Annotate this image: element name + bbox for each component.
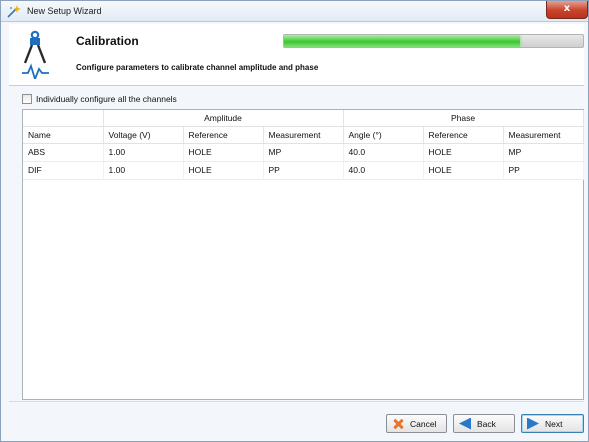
cell-amplitude-measurement[interactable]: PP [263,161,344,180]
table-group-header: Amplitude Phase [23,110,584,127]
cancel-button[interactable]: Cancel [386,414,447,433]
page-description: Configure parameters to calibrate channe… [76,63,319,72]
wizard-progress-bar [283,34,584,48]
cell-amplitude-reference[interactable]: HOLE [183,143,264,162]
wizard-window: New Setup Wizard x Calibration Configure… [0,0,589,442]
cell-phase-reference[interactable]: HOLE [423,161,504,180]
column-header-amplitude-measurement[interactable]: Measurement [263,126,344,144]
back-button[interactable]: Back [453,414,515,433]
calibration-compass-icon [22,30,49,79]
group-header-phase: Phase [343,110,584,127]
cell-phase-measurement[interactable]: MP [503,143,584,162]
table-column-header: Name Voltage (V) Reference Measurement A… [23,126,584,144]
table-row[interactable]: DIF 1.00 HOLE PP 40.0 HOLE PP [23,161,584,180]
progress-fill [284,35,521,47]
cancel-button-label: Cancel [410,418,437,429]
column-header-phase-measurement[interactable]: Measurement [503,126,584,144]
column-header-amplitude-reference[interactable]: Reference [183,126,264,144]
wizard-header: Calibration Configure parameters to cali… [9,24,584,86]
cell-angle[interactable]: 40.0 [343,161,424,180]
cell-name[interactable]: DIF [23,161,104,180]
group-header-amplitude: Amplitude [103,110,344,127]
cell-phase-measurement[interactable]: PP [503,161,584,180]
window-title: New Setup Wizard [27,6,102,16]
wizard-footer: Cancel Back Next [9,401,584,437]
cell-voltage[interactable]: 1.00 [103,143,184,162]
close-button[interactable]: x [546,1,588,19]
cell-name[interactable]: ABS [23,143,104,162]
wizard-sparkle-icon [7,5,21,18]
column-header-name[interactable]: Name [23,126,104,144]
column-header-phase-reference[interactable]: Reference [423,126,504,144]
next-arrow-icon [527,417,539,430]
cell-phase-reference[interactable]: HOLE [423,143,504,162]
column-header-voltage[interactable]: Voltage (V) [103,126,184,144]
individual-config-label: Individually configure all the channels [36,94,177,104]
back-button-label: Back [477,418,496,429]
cell-angle[interactable]: 40.0 [343,143,424,162]
page-title: Calibration [76,34,139,48]
back-arrow-icon [459,417,471,430]
column-header-angle[interactable]: Angle (°) [343,126,424,144]
table-row[interactable]: ABS 1.00 HOLE MP 40.0 HOLE MP [23,143,584,162]
close-icon: x [563,3,571,14]
cell-amplitude-measurement[interactable]: MP [263,143,344,162]
group-header-blank [23,110,104,127]
cancel-x-icon [392,418,404,430]
next-button-label: Next [545,418,563,429]
title-bar: New Setup Wizard x [1,1,588,22]
cell-voltage[interactable]: 1.00 [103,161,184,180]
next-button[interactable]: Next [521,414,584,433]
individual-config-checkbox[interactable] [22,94,32,104]
individual-config-option[interactable]: Individually configure all the channels [22,93,177,105]
calibration-table: Amplitude Phase Name Voltage (V) Referen… [22,109,584,400]
cell-amplitude-reference[interactable]: HOLE [183,161,264,180]
